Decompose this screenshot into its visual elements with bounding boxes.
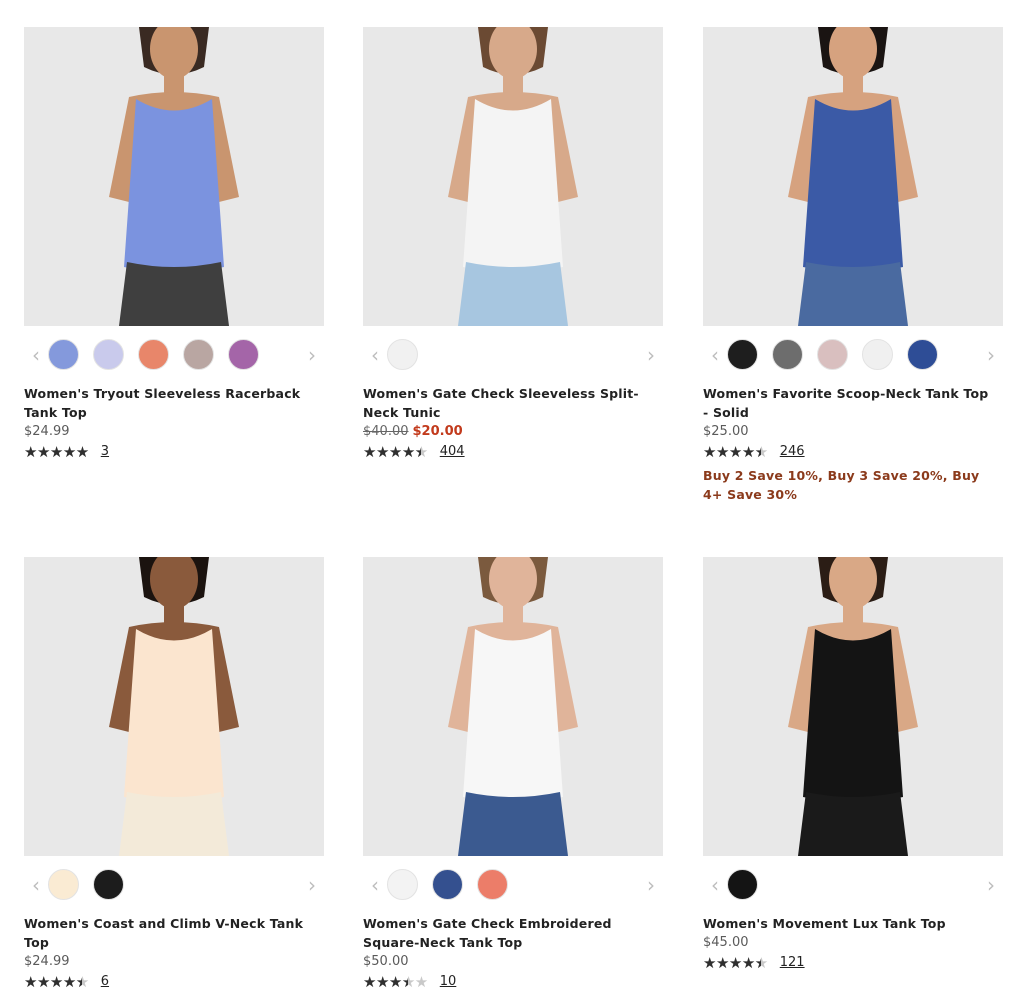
product-name[interactable]: Women's Tryout Sleeveless Racerback Tank… bbox=[24, 384, 316, 422]
color-swatch[interactable] bbox=[727, 339, 758, 370]
star-rating-icon: ★★★★★★★★★★ bbox=[363, 972, 428, 991]
product-image[interactable] bbox=[24, 27, 324, 326]
color-swatch[interactable] bbox=[93, 869, 124, 900]
chevron-right-icon[interactable]: › bbox=[639, 873, 663, 897]
color-swatch-carousel: ‹ › bbox=[363, 869, 663, 901]
product-card[interactable]: ‹ › Women's Tryout Sleeveless Racerback … bbox=[24, 27, 324, 462]
product-rating: ★★★★★★★★★★ 121 bbox=[703, 952, 1003, 973]
model-illustration bbox=[788, 27, 918, 326]
product-image[interactable] bbox=[703, 27, 1003, 326]
product-rating: ★★★★★★★★★★ 404 bbox=[363, 441, 663, 462]
product-name[interactable]: Women's Movement Lux Tank Top bbox=[703, 914, 995, 933]
product-name[interactable]: Women's Gate Check Sleeveless Split-Neck… bbox=[363, 384, 655, 422]
swatch-list bbox=[48, 869, 124, 900]
chevron-left-icon[interactable]: ‹ bbox=[24, 873, 48, 897]
product-price: $50.00 bbox=[363, 954, 409, 969]
chevron-right-icon[interactable]: › bbox=[639, 343, 663, 367]
color-swatch[interactable] bbox=[862, 339, 893, 370]
color-swatch-carousel: ‹ › bbox=[703, 869, 1003, 901]
product-name[interactable]: Women's Coast and Climb V-Neck Tank Top bbox=[24, 914, 316, 952]
chevron-left-icon[interactable]: ‹ bbox=[703, 343, 727, 367]
review-count-link[interactable]: 10 bbox=[440, 974, 457, 989]
promo-message: Buy 2 Save 10%, Buy 3 Save 20%, Buy 4+ S… bbox=[703, 468, 980, 502]
star-rating-icon: ★★★★★★★★★★ bbox=[703, 953, 768, 972]
product-price: $45.00 bbox=[703, 935, 749, 950]
product-image[interactable] bbox=[363, 27, 663, 326]
product-rating: ★★★★★★★★★★ 6 bbox=[24, 971, 324, 992]
product-price: $25.00 bbox=[703, 424, 749, 439]
review-count-link[interactable]: 246 bbox=[780, 444, 805, 459]
product-card[interactable]: ‹ › Women's Gate Check Embroidered Squar… bbox=[363, 557, 663, 992]
original-price: $40.00 bbox=[363, 424, 409, 439]
review-count-link[interactable]: 3 bbox=[101, 444, 109, 459]
color-swatch[interactable] bbox=[432, 869, 463, 900]
swatch-list bbox=[727, 869, 758, 900]
color-swatch[interactable] bbox=[138, 339, 169, 370]
color-swatch[interactable] bbox=[817, 339, 848, 370]
chevron-left-icon[interactable]: ‹ bbox=[24, 343, 48, 367]
model-illustration bbox=[448, 27, 578, 326]
color-swatch[interactable] bbox=[93, 339, 124, 370]
chevron-right-icon[interactable]: › bbox=[979, 343, 1003, 367]
product-card[interactable]: ‹ › Women's Movement Lux Tank Top $45.00… bbox=[703, 557, 1003, 973]
product-rating: ★★★★★★★★★★ 246 bbox=[703, 441, 1003, 462]
color-swatch[interactable] bbox=[48, 869, 79, 900]
color-swatch[interactable] bbox=[772, 339, 803, 370]
star-rating-icon: ★★★★★★★★★★ bbox=[363, 442, 428, 461]
color-swatch-carousel: ‹ › bbox=[24, 869, 324, 901]
product-name[interactable]: Women's Gate Check Embroidered Square-Ne… bbox=[363, 914, 655, 952]
swatch-list bbox=[387, 339, 418, 370]
product-price: $40.00 $20.00 bbox=[363, 422, 663, 441]
product-price: $24.99 bbox=[24, 954, 70, 969]
product-card[interactable]: ‹ › Women's Favorite Scoop-Neck Tank Top… bbox=[703, 27, 1003, 504]
color-swatch[interactable] bbox=[387, 339, 418, 370]
product-name[interactable]: Women's Favorite Scoop-Neck Tank Top - S… bbox=[703, 384, 995, 422]
color-swatch-carousel: ‹ › bbox=[363, 339, 663, 371]
star-rating-icon: ★★★★★★★★★★ bbox=[24, 442, 89, 461]
chevron-left-icon[interactable]: ‹ bbox=[363, 343, 387, 367]
review-count-link[interactable]: 6 bbox=[101, 974, 109, 989]
product-rating: ★★★★★★★★★★ 10 bbox=[363, 971, 663, 992]
color-swatch[interactable] bbox=[477, 869, 508, 900]
review-count-link[interactable]: 121 bbox=[780, 955, 805, 970]
color-swatch[interactable] bbox=[228, 339, 259, 370]
product-price: $24.99 bbox=[24, 424, 70, 439]
sale-price: $20.00 bbox=[412, 424, 463, 439]
color-swatch[interactable] bbox=[48, 339, 79, 370]
star-rating-icon: ★★★★★★★★★★ bbox=[24, 972, 89, 991]
product-image[interactable] bbox=[703, 557, 1003, 856]
color-swatch-carousel: ‹ › bbox=[703, 339, 1003, 371]
chevron-right-icon[interactable]: › bbox=[300, 873, 324, 897]
color-swatch[interactable] bbox=[183, 339, 214, 370]
star-rating-icon: ★★★★★★★★★★ bbox=[703, 442, 768, 461]
model-illustration bbox=[109, 557, 239, 856]
review-count-link[interactable]: 404 bbox=[440, 444, 465, 459]
chevron-left-icon[interactable]: ‹ bbox=[363, 873, 387, 897]
color-swatch[interactable] bbox=[387, 869, 418, 900]
swatch-list bbox=[387, 869, 508, 900]
product-card[interactable]: ‹ › Women's Gate Check Sleeveless Split-… bbox=[363, 27, 663, 462]
swatch-list bbox=[727, 339, 938, 370]
color-swatch[interactable] bbox=[727, 869, 758, 900]
swatch-list bbox=[48, 339, 259, 370]
chevron-left-icon[interactable]: ‹ bbox=[703, 873, 727, 897]
product-image[interactable] bbox=[24, 557, 324, 856]
model-illustration bbox=[788, 557, 918, 856]
model-illustration bbox=[109, 27, 239, 326]
product-card[interactable]: ‹ › Women's Coast and Climb V-Neck Tank … bbox=[24, 557, 324, 992]
color-swatch[interactable] bbox=[907, 339, 938, 370]
color-swatch-carousel: ‹ › bbox=[24, 339, 324, 371]
product-image[interactable] bbox=[363, 557, 663, 856]
chevron-right-icon[interactable]: › bbox=[979, 873, 1003, 897]
product-rating: ★★★★★ ★★★★★ 3 bbox=[24, 441, 324, 462]
model-illustration bbox=[448, 557, 578, 856]
chevron-right-icon[interactable]: › bbox=[300, 343, 324, 367]
